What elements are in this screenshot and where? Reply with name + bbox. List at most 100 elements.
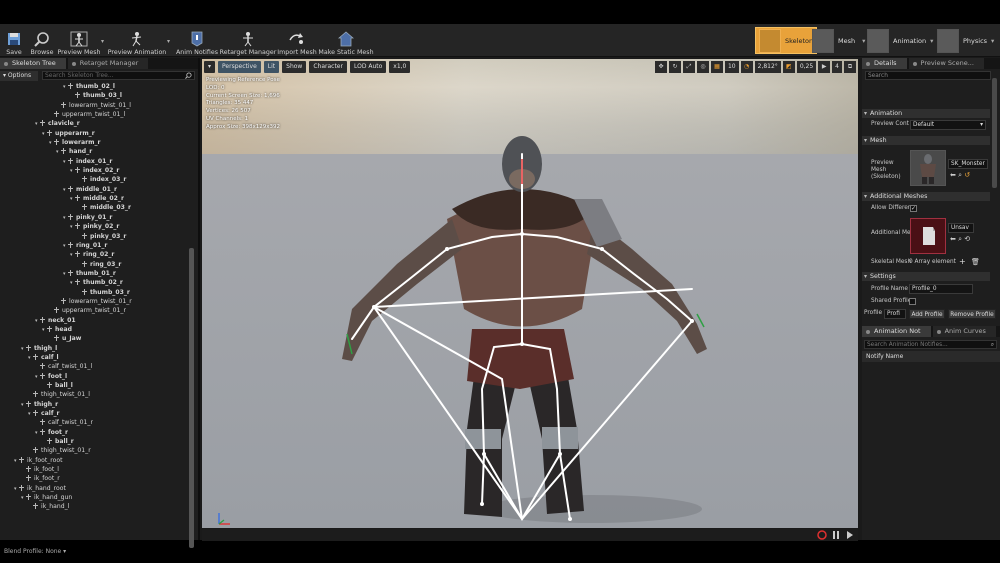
tree-row-thigh-l[interactable]: ▾ thigh_l	[0, 344, 188, 353]
tree-row-middle-03-r[interactable]: middle_03_r	[0, 203, 188, 212]
options-button[interactable]: ▾ Options	[0, 70, 38, 81]
additional-mesh-dropdown[interactable]: Unsav	[948, 223, 974, 233]
preview-mesh-thumbnail[interactable]	[910, 150, 946, 186]
tree-row-upperarm-r[interactable]: ▾ upperarm_r	[0, 129, 188, 138]
tree-row-ring-02-r[interactable]: ▾ ring_02_r	[0, 250, 188, 259]
animation-mode-button[interactable]: Animation ▾	[867, 27, 933, 54]
scale-snap-icon[interactable]: ◩	[782, 61, 795, 73]
tree-row-index-02-r[interactable]: ▾ index_02_r	[0, 166, 188, 175]
tree-row-lowerarm-r[interactable]: ▾ lowerarm_r	[0, 138, 188, 147]
rotate-icon[interactable]: ↻	[668, 61, 681, 73]
tree-row-middle-02-r[interactable]: ▾ middle_02_r	[0, 194, 188, 203]
details-scrollbar[interactable]	[992, 78, 997, 188]
tree-row-ring-03-r[interactable]: ring_03_r	[0, 260, 188, 269]
notifies-search-input[interactable]: Search Animation Notifies... ⌕	[864, 340, 997, 349]
maximize-viewport-icon[interactable]: ⧉	[844, 61, 856, 73]
pause-icon[interactable]	[833, 531, 839, 539]
tree-row-index-01-r[interactable]: ▾ index_01_r	[0, 157, 188, 166]
tree-row-u-jaw[interactable]: u_Jaw	[0, 334, 188, 343]
tree-row-middle-01-r[interactable]: ▾ middle_01_r	[0, 185, 188, 194]
section-animation[interactable]: Animation	[862, 109, 990, 118]
remove-profile-button[interactable]: Remove Profile	[948, 309, 996, 319]
preview-animation-dropdown-icon[interactable]: ▾	[167, 38, 170, 45]
tree-row-neck-01[interactable]: ▾ neck_01	[0, 316, 188, 325]
tree-row-pinky-02-r[interactable]: ▾ pinky_02_r	[0, 222, 188, 231]
add-profile-button[interactable]: Add Profile	[909, 309, 945, 319]
record-icon[interactable]	[817, 530, 827, 540]
tree-row-ik-foot-r[interactable]: ik_foot_r	[0, 474, 188, 483]
tree-row-lowerarm-twist-01-l[interactable]: lowerarm_twist_01_l	[0, 101, 188, 110]
use-selected-icon[interactable]: ⬅	[950, 171, 956, 179]
tree-row-foot-l[interactable]: ▾ foot_l	[0, 372, 188, 381]
tree-row-calf-twist-01-l[interactable]: calf_twist_01_l	[0, 362, 188, 371]
physics-mode-button[interactable]: Physics ▾	[937, 27, 994, 54]
use-selected-icon[interactable]: ⬅	[950, 235, 956, 243]
loop-icon[interactable]	[847, 531, 853, 539]
viewport-options-button[interactable]: ▾	[204, 61, 216, 73]
allow-different-checkbox[interactable]: ✓	[910, 205, 917, 212]
tree-row-ball-r[interactable]: ball_r	[0, 437, 188, 446]
import-mesh-button[interactable]: Import Mesh	[277, 26, 317, 56]
lod-auto-button[interactable]: LOD Auto	[349, 61, 387, 73]
world-space-icon[interactable]: ◎	[696, 61, 709, 73]
tree-row-foot-r[interactable]: ▾ foot_r	[0, 428, 188, 437]
rotation-snap-value[interactable]: 2,812°	[754, 61, 781, 73]
tab-anim-curves[interactable]: Anim Curves	[932, 326, 996, 337]
tree-row-head[interactable]: ▾ head	[0, 325, 188, 334]
mesh-mode-button[interactable]: Mesh ▾	[812, 27, 865, 54]
skeleton-tree-scrollbar[interactable]	[189, 248, 194, 548]
tree-row-ik-foot-l[interactable]: ik_foot_l	[0, 465, 188, 474]
tree-row-thigh-r[interactable]: ▾ thigh_r	[0, 400, 188, 409]
physics-mode-dropdown-icon[interactable]: ▾	[991, 37, 994, 45]
preview-mesh-dropdown-icon[interactable]: ▾	[101, 38, 104, 45]
browse-asset-icon[interactable]: ⌕	[958, 171, 962, 179]
reset-icon[interactable]: ↺	[964, 171, 970, 179]
preview-viewport[interactable]: ▾ Perspective Lit Show Character LOD Aut…	[202, 59, 858, 528]
blend-profile-selector[interactable]: Blend Profile: None ▾	[4, 548, 66, 555]
lit-button[interactable]: Lit	[263, 61, 280, 73]
tree-row-calf-twist-01-r[interactable]: calf_twist_01_r	[0, 418, 188, 427]
section-settings[interactable]: Settings	[862, 272, 990, 281]
tree-row-pinky-01-r[interactable]: ▾ pinky_01_r	[0, 213, 188, 222]
delete-elements-icon[interactable]: 🗑	[971, 258, 980, 266]
tree-row-calf-r[interactable]: ▾ calf_r	[0, 409, 188, 418]
tree-row-thumb-01-r[interactable]: ▾ thumb_01_r	[0, 269, 188, 278]
preview-mesh-dropdown[interactable]: SK_Monster	[948, 159, 988, 169]
preview-animation-button[interactable]: Preview Animation	[108, 26, 166, 56]
tab-details[interactable]: Details	[862, 58, 907, 69]
add-element-icon[interactable]: +	[959, 257, 966, 266]
tree-row-clavicle-r[interactable]: ▾ clavicle_r	[0, 119, 188, 128]
profile-dropdown[interactable]: Profi	[884, 309, 906, 319]
browse-button[interactable]: Browse	[30, 26, 54, 56]
tab-animation-notifies[interactable]: Animation Not	[862, 326, 931, 337]
save-button[interactable]: Save	[4, 26, 24, 56]
mesh-mode-dropdown-icon[interactable]: ▾	[862, 37, 865, 45]
details-search-input[interactable]: Search	[865, 71, 991, 80]
tree-row-calf-l[interactable]: ▾ calf_l	[0, 353, 188, 362]
skeleton-tree-search-input[interactable]: Search Skeleton Tree...	[42, 71, 195, 80]
tree-row-lowerarm-twist-01-r[interactable]: lowerarm_twist_01_r	[0, 297, 188, 306]
tree-row-thumb-03-l[interactable]: thumb_03_l	[0, 91, 188, 100]
tab-skeleton-tree[interactable]: Skeleton Tree	[0, 58, 66, 69]
additional-mesh-thumbnail[interactable]	[910, 218, 946, 254]
tree-row-ik-foot-root[interactable]: ▾ ik_foot_root	[0, 456, 188, 465]
tree-row-thumb-02-l[interactable]: ▾ thumb_02_l	[0, 82, 188, 91]
tab-preview-scene[interactable]: Preview Scene...	[908, 58, 984, 69]
camera-speed-icon[interactable]: ▶	[818, 61, 831, 73]
tree-row-pinky-03-r[interactable]: pinky_03_r	[0, 232, 188, 241]
tree-row-upperarm-twist-01-r[interactable]: upperarm_twist_01_r	[0, 306, 188, 315]
tree-row-thigh-twist-01-r[interactable]: thigh_twist_01_r	[0, 446, 188, 455]
preview-controller-dropdown[interactable]: Default ▾	[910, 120, 986, 130]
section-additional-meshes[interactable]: Additional Meshes	[862, 192, 990, 201]
tree-row-upperarm-twist-01-l[interactable]: upperarm_twist_01_l	[0, 110, 188, 119]
skeleton-mode-button[interactable]: Skeleton	[755, 27, 818, 54]
animation-mode-dropdown-icon[interactable]: ▾	[930, 37, 933, 45]
show-button[interactable]: Show	[282, 61, 307, 73]
preview-mesh-button[interactable]: Preview Mesh	[57, 26, 101, 56]
tree-row-index-03-r[interactable]: index_03_r	[0, 175, 188, 184]
translate-icon[interactable]: ✥	[654, 61, 667, 73]
retarget-manager-button[interactable]: Retarget Manager	[220, 26, 276, 56]
scale-snap-value[interactable]: 0,25	[796, 61, 817, 73]
notify-name-header[interactable]: Notify Name	[862, 351, 1000, 362]
tab-retarget-manager[interactable]: Retarget Manager	[67, 58, 149, 69]
